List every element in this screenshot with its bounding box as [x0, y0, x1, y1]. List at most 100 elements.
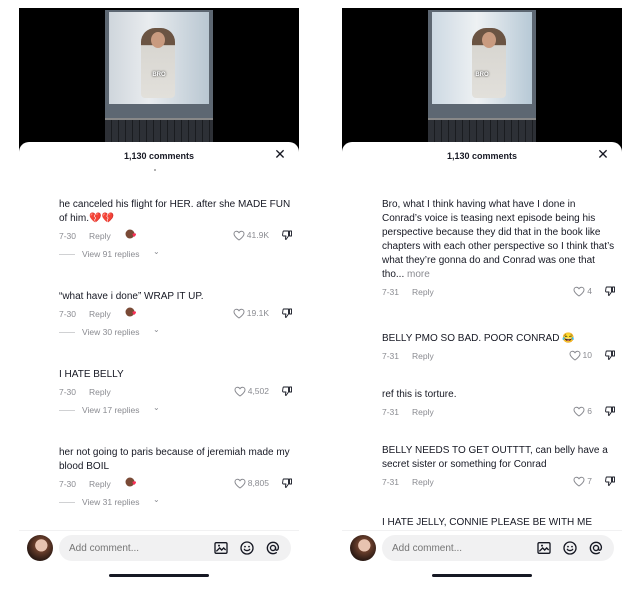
- reply-button[interactable]: Reply: [89, 387, 111, 397]
- comment-text: BELLY NEEDS TO GET OUTTTT, can belly hav…: [382, 445, 608, 470]
- heart-outline-icon: [234, 478, 246, 489]
- like-count: 41.9K: [246, 230, 269, 240]
- like-button[interactable]: 8,805: [234, 477, 269, 489]
- comment-item: her not going to paris because of jeremi…: [59, 446, 293, 508]
- comment-date: 7-31: [382, 477, 400, 487]
- view-replies-label: View 31 replies: [82, 497, 140, 507]
- emoji-icon[interactable]: [239, 540, 255, 556]
- view-replies-label: View 91 replies: [82, 249, 140, 259]
- thumbs-down-icon[interactable]: [604, 405, 616, 417]
- like-button[interactable]: 19.1K: [233, 307, 269, 319]
- comment-meta: 7-31 Reply 4: [382, 285, 616, 299]
- image-icon[interactable]: [213, 540, 229, 556]
- video-person: [472, 28, 506, 98]
- view-replies-label: View 30 replies: [82, 327, 140, 337]
- reply-button[interactable]: Reply: [89, 231, 111, 241]
- creator-liked-badge-icon: [125, 229, 136, 239]
- thumbs-down-icon[interactable]: [281, 385, 293, 397]
- thumbs-down-icon[interactable]: [281, 307, 293, 319]
- close-icon[interactable]: ✕: [596, 147, 610, 161]
- like-count: 19.1K: [246, 308, 269, 318]
- thumbs-down-icon[interactable]: [604, 285, 616, 297]
- reply-button[interactable]: Reply: [412, 407, 434, 417]
- comment-item: he canceled his flight for HER. after sh…: [59, 198, 293, 260]
- at-mention-icon[interactable]: [588, 540, 604, 556]
- comment-text: Bro, what I think having what have I don…: [382, 199, 615, 280]
- comment-text: I HATE BELLY: [59, 369, 124, 380]
- comments-screen-left: BRO 1,130 comments ✕ he canceled his fli…: [19, 8, 299, 584]
- video-preview[interactable]: BRO: [342, 8, 622, 154]
- comment-date: 7-30: [59, 231, 77, 241]
- video-caption: BRO: [152, 72, 166, 78]
- comment-text: her not going to paris because of jeremi…: [59, 447, 290, 472]
- reply-button[interactable]: Reply: [89, 309, 111, 319]
- comment-meta: 7-31 Reply 10: [382, 349, 616, 363]
- comment-input[interactable]: [69, 540, 199, 556]
- video-preview[interactable]: BRO: [19, 8, 299, 154]
- home-indicator[interactable]: [432, 574, 532, 577]
- home-indicator[interactable]: [109, 574, 209, 577]
- like-button[interactable]: 10: [569, 349, 592, 361]
- view-replies-button[interactable]: View 31 replies ⌄: [59, 495, 293, 508]
- like-count: 10: [582, 350, 592, 360]
- comment-date: 7-31: [382, 407, 400, 417]
- view-replies-button[interactable]: View 17 replies ⌄: [59, 403, 293, 416]
- like-button[interactable]: 7: [573, 475, 592, 487]
- close-icon[interactable]: ✕: [273, 147, 287, 161]
- comment-date: 7-31: [382, 287, 400, 297]
- emoji-icon[interactable]: [562, 540, 578, 556]
- view-replies-button[interactable]: View 30 replies ⌄: [59, 325, 293, 338]
- comment-text: BELLY PMO SO BAD. POOR CONRAD 😂: [382, 333, 575, 344]
- comment-count-title: 1,130 comments: [446, 151, 518, 161]
- more-button[interactable]: more: [407, 269, 430, 280]
- comment-meta: 7-31 Reply 7: [382, 475, 616, 489]
- comment-date: 7-30: [59, 309, 77, 319]
- reply-button[interactable]: Reply: [412, 351, 434, 361]
- comments-sheet: 1,130 comments ✕ he canceled his flight …: [19, 142, 299, 584]
- comment-item: BELLY NEEDS TO GET OUTTTT, can belly hav…: [382, 444, 616, 489]
- reply-button[interactable]: Reply: [412, 477, 434, 487]
- comment-input[interactable]: [392, 540, 522, 556]
- comment-input-box[interactable]: [59, 535, 291, 561]
- comment-item: I HATE JELLY, CONNIE PLEASE BE WITH ME: [382, 516, 616, 530]
- comment-item: “what have i done” WRAP IT UP. 7-30 Repl…: [59, 290, 293, 338]
- view-replies-label: View 17 replies: [82, 405, 140, 415]
- sheet-header: 1,130 comments ✕: [19, 142, 299, 168]
- comment-item: I HATE BELLY 7-30 Reply 4,502 View 17 re…: [59, 368, 293, 416]
- avatar[interactable]: [350, 535, 376, 561]
- comment-text: ref this is torture.: [382, 389, 457, 400]
- chevron-down-icon: ⌄: [153, 403, 160, 412]
- avatar[interactable]: [27, 535, 53, 561]
- comment-composer: [19, 530, 299, 564]
- like-button[interactable]: 41.9K: [233, 229, 269, 241]
- like-count: 7: [587, 476, 592, 486]
- heart-outline-icon: [233, 230, 245, 241]
- comment-text: I HATE JELLY, CONNIE PLEASE BE WITH ME: [382, 517, 593, 528]
- comment-input-box[interactable]: [382, 535, 614, 561]
- like-count: 8,805: [247, 478, 269, 488]
- comment-item: Bro, what I think having what have I don…: [382, 198, 616, 299]
- thumbs-down-icon[interactable]: [604, 475, 616, 487]
- reply-button[interactable]: Reply: [89, 479, 111, 489]
- comment-meta: 7-30 Reply 41.9K: [59, 229, 293, 243]
- comment-date: 7-30: [59, 479, 77, 489]
- image-icon[interactable]: [536, 540, 552, 556]
- comment-meta: 7-30 Reply 19.1K: [59, 307, 293, 321]
- thumbs-down-icon[interactable]: [281, 477, 293, 489]
- at-mention-icon[interactable]: [265, 540, 281, 556]
- thumbs-down-icon[interactable]: [604, 349, 616, 361]
- reply-button[interactable]: Reply: [412, 287, 434, 297]
- chevron-down-icon: ⌄: [153, 247, 160, 256]
- comment-composer: [342, 530, 622, 564]
- video-frame-laptop: BRO: [428, 10, 536, 118]
- thumbs-down-icon[interactable]: [281, 229, 293, 241]
- video-caption: BRO: [475, 72, 489, 78]
- heart-outline-icon: [234, 386, 246, 397]
- comments-sheet: 1,130 comments ✕ Bro, what I think havin…: [342, 142, 622, 584]
- like-button[interactable]: 4: [573, 285, 592, 297]
- like-button[interactable]: 4,502: [234, 385, 269, 397]
- comment-date: 7-30: [59, 387, 77, 397]
- like-button[interactable]: 6: [573, 405, 592, 417]
- view-replies-button[interactable]: View 91 replies ⌄: [59, 247, 293, 260]
- like-count: 4,502: [247, 386, 269, 396]
